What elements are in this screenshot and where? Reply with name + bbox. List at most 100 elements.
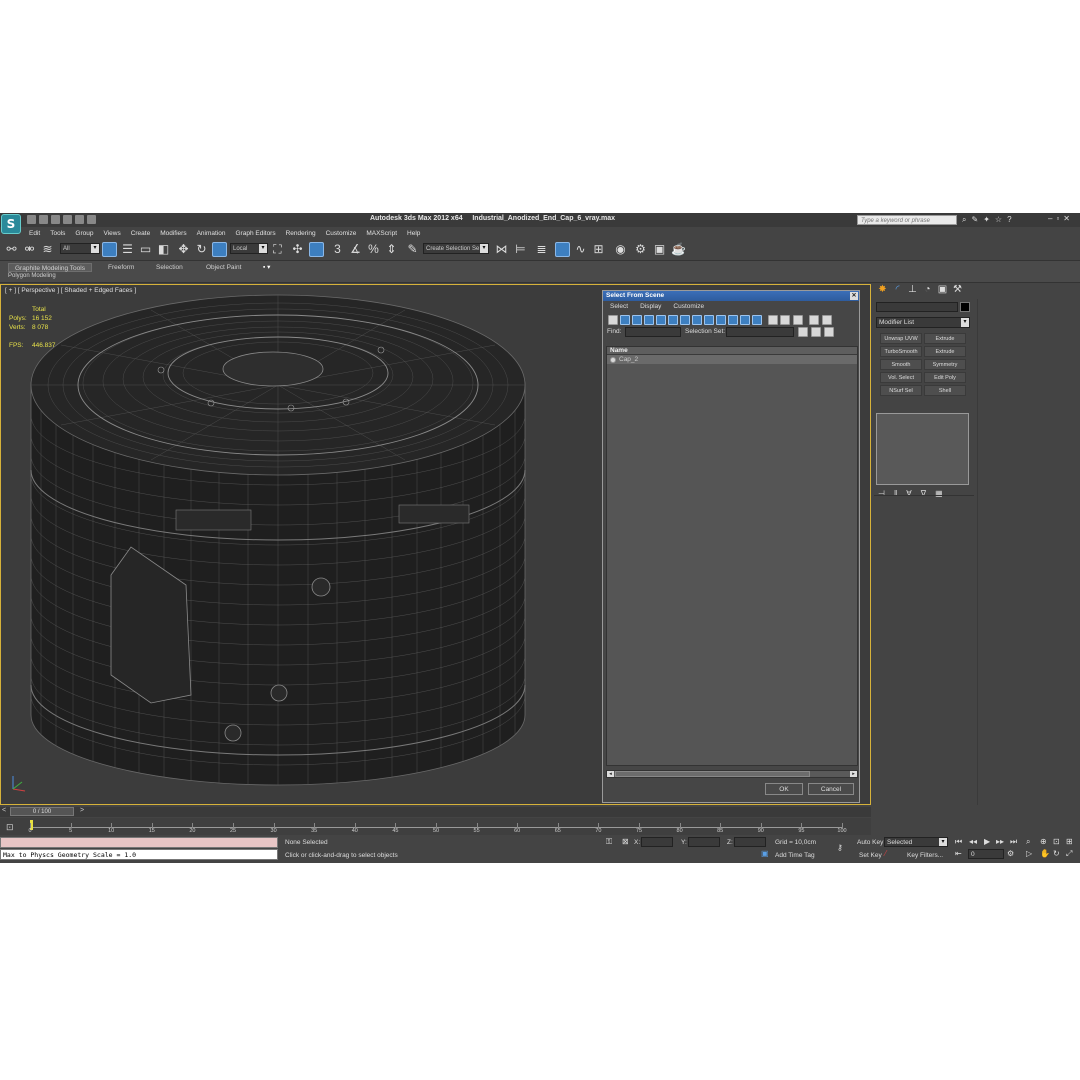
time-configuration-icon[interactable]: ⚙ — [1007, 849, 1014, 858]
scene-object-list[interactable]: Name Cap_2 — [606, 346, 858, 766]
project-folder-icon[interactable] — [87, 215, 96, 224]
display-cameras-icon[interactable] — [644, 315, 654, 325]
current-frame-field[interactable]: 0 — [968, 849, 1004, 859]
cancel-button[interactable]: Cancel — [808, 783, 854, 795]
next-key-icon[interactable]: ▸▸ — [996, 837, 1004, 846]
dialog-menu-display[interactable]: Display — [640, 301, 661, 313]
previous-key-icon[interactable]: ◂◂ — [969, 837, 977, 846]
unlink-icon[interactable]: ⚮ — [22, 242, 37, 257]
set-icon-1[interactable] — [798, 327, 808, 337]
percent-snap-icon[interactable]: % — [366, 242, 381, 257]
favorites-icon[interactable]: ☆ — [995, 215, 1002, 225]
object-color-swatch[interactable] — [960, 302, 970, 312]
mirror-icon[interactable]: ⋈ — [494, 242, 509, 257]
menu-edit[interactable]: Edit — [24, 228, 45, 239]
binoculars-icon[interactable]: ⌕ — [962, 215, 966, 225]
key-filters-button[interactable]: Key Filters... — [907, 852, 943, 859]
select-manipulate-icon[interactable]: ✣ — [290, 242, 305, 257]
app-logo-icon[interactable]: S — [1, 214, 21, 234]
menu-animation[interactable]: Animation — [192, 228, 231, 239]
set-key-button[interactable]: Set Key — [859, 852, 882, 859]
select-all-icon[interactable] — [793, 315, 803, 325]
mini-curve-editor-icon[interactable]: ⊡ — [6, 822, 14, 833]
scale-icon[interactable] — [212, 242, 227, 257]
display-all-icon[interactable] — [752, 315, 762, 325]
go-to-start-icon[interactable]: ⏮ — [955, 837, 962, 847]
play-icon[interactable]: ▶ — [984, 837, 990, 846]
extrude-button-2[interactable]: Extrude — [924, 346, 966, 357]
select-by-name-icon[interactable]: ☰ — [120, 242, 135, 257]
key-filter-icon[interactable]: ⁄ — [885, 849, 886, 858]
align-icon[interactable]: ⊨ — [513, 242, 528, 257]
menu-create[interactable]: Create — [126, 228, 156, 239]
edit-poly-button[interactable]: Edit Poly — [924, 372, 966, 383]
hierarchy-tab-icon[interactable]: ⊥ — [906, 284, 919, 296]
modify-tab-icon[interactable]: ◜ — [891, 284, 904, 296]
x-coordinate-field[interactable] — [641, 837, 673, 847]
render-setup-icon[interactable]: ⚙ — [633, 242, 648, 257]
move-icon[interactable]: ✥ — [176, 242, 191, 257]
zoom-extents-all-icon[interactable]: ⊞ — [1066, 837, 1073, 846]
pin-stack-icon[interactable]: ⊣ — [878, 489, 885, 498]
make-unique-icon[interactable]: ∀ — [906, 489, 911, 498]
rendered-frame-window-icon[interactable]: ▣ — [652, 242, 667, 257]
set-icon-3[interactable] — [824, 327, 834, 337]
zoom-all-icon[interactable]: ⊕ — [1040, 837, 1047, 846]
shell-button[interactable]: Shell — [924, 385, 966, 396]
spinner-snap-icon[interactable]: ⇕ — [384, 242, 399, 257]
tab-graphite-modeling-tools[interactable]: Graphite Modeling Tools — [8, 263, 92, 272]
ribbon-options-icon[interactable]: ▪ ▾ — [263, 263, 270, 272]
redo-icon[interactable] — [75, 215, 84, 224]
close-icon[interactable]: ✕ — [1063, 214, 1070, 223]
display-groups-icon[interactable] — [680, 315, 690, 325]
render-production-icon[interactable]: ☕ — [671, 242, 686, 257]
zoom-extents-icon[interactable]: ⊡ — [1053, 837, 1060, 846]
lock-selection-icon[interactable]: ⚿ — [606, 837, 612, 847]
horizontal-scrollbar[interactable]: ◂ ▸ — [606, 770, 858, 778]
display-bones-icon[interactable] — [704, 315, 714, 325]
keyword-search-input[interactable]: Type a keyword or phrase — [857, 215, 957, 225]
symmetry-button[interactable]: Symmetry — [924, 359, 966, 370]
field-of-view-icon[interactable]: ▷ — [1026, 849, 1032, 858]
orbit-icon[interactable]: ↻ — [1053, 849, 1060, 858]
keyboard-shortcut-override-icon[interactable] — [309, 242, 324, 257]
menu-maxscript[interactable]: MAXScript — [361, 228, 402, 239]
close-icon[interactable]: ✕ — [850, 292, 858, 300]
scroll-thumb[interactable] — [615, 771, 810, 777]
extrude-button[interactable]: Extrude — [924, 333, 966, 344]
filter-options-icon[interactable] — [822, 315, 832, 325]
motion-tab-icon[interactable]: ◔ — [921, 284, 934, 296]
utilities-tab-icon[interactable]: ⚒ — [951, 284, 964, 296]
pan-view-icon[interactable]: ✋ — [1040, 849, 1050, 858]
tab-object-paint[interactable]: Object Paint — [206, 263, 241, 272]
list-item[interactable]: Cap_2 — [607, 355, 857, 364]
help-icon[interactable]: ? — [1007, 215, 1011, 225]
invert-display-icon[interactable] — [780, 315, 790, 325]
menu-rendering[interactable]: Rendering — [281, 228, 321, 239]
graphite-toggle-icon[interactable] — [555, 242, 570, 257]
time-tag-icon[interactable]: ▣ — [761, 849, 769, 858]
track-bar[interactable]: ⊡ 0 5 10 15 20 25 30 35 40 45 50 55 60 65 70 75 80 85 90 95… — [0, 818, 871, 835]
layer-manager-icon[interactable]: ≣ — [534, 242, 549, 257]
tab-freeform[interactable]: Freeform — [108, 263, 134, 272]
modifier-stack[interactable] — [876, 413, 969, 485]
z-coordinate-field[interactable] — [734, 837, 766, 847]
key-mode-dropdown[interactable]: Selected ▾ — [884, 837, 948, 847]
unwrap-uvw-button[interactable]: Unwrap UVW — [880, 333, 922, 344]
previous-frame-icon[interactable]: < — [2, 807, 6, 814]
smooth-button[interactable]: Smooth — [880, 359, 922, 370]
scroll-right-icon[interactable]: ▸ — [850, 771, 857, 777]
window-crossing-icon[interactable]: ◧ — [156, 242, 171, 257]
menu-group[interactable]: Group — [70, 228, 98, 239]
maximize-viewport-icon[interactable]: ⤢ — [1066, 849, 1072, 859]
remove-modifier-icon[interactable]: ∇ — [921, 489, 926, 498]
auto-key-button[interactable]: Auto Key — [857, 839, 883, 846]
nsurf-sel-button[interactable]: NSurf Sel — [880, 385, 922, 396]
display-helpers-icon[interactable] — [656, 315, 666, 325]
selection-set-dropdown[interactable] — [726, 327, 794, 337]
subscription-icon[interactable]: ✎ — [971, 215, 978, 225]
key-mode-toggle-icon[interactable]: ⇤ — [955, 849, 962, 858]
menu-customize[interactable]: Customize — [321, 228, 362, 239]
dialog-menu-customize[interactable]: Customize — [673, 301, 704, 313]
filter-icon[interactable] — [809, 315, 819, 325]
